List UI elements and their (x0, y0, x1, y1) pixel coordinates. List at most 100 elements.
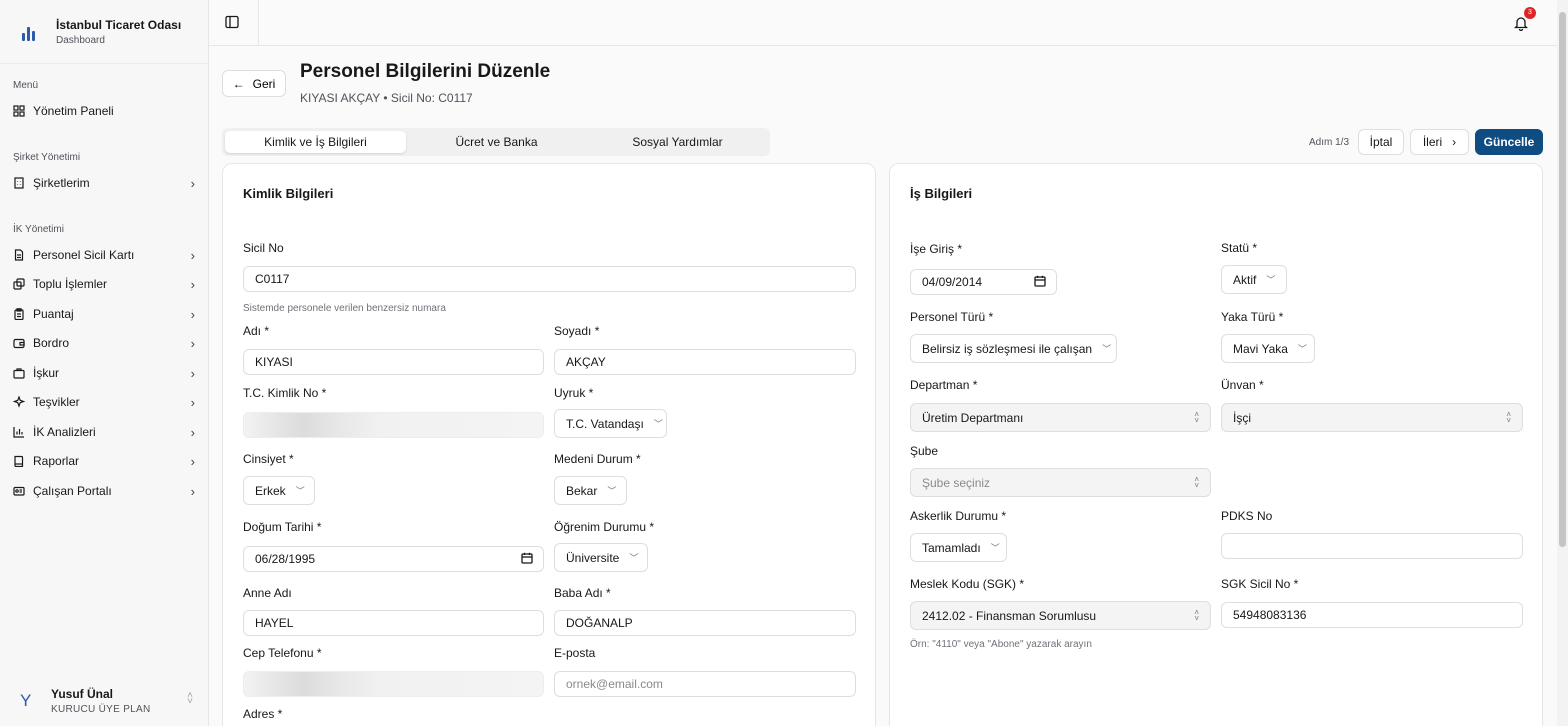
section-sirket: Şirket Yönetimi (13, 152, 81, 163)
back-button[interactable]: ← Geri (222, 70, 286, 97)
medeni-select[interactable]: Bekar ﹀ (554, 476, 627, 505)
sidebar-item-label: Personel Sicil Kartı (33, 248, 135, 262)
yaka-value: Mavi Yaka (1233, 341, 1288, 356)
calendar-icon[interactable] (521, 552, 533, 567)
chevron-right-icon: › (190, 365, 195, 381)
dogum-date-input[interactable]: 06/28/1995 (243, 546, 544, 572)
uyruk-select[interactable]: T.C. Vatandaşı ﹀ (554, 409, 667, 438)
giris-date-input[interactable]: 04/09/2014 (910, 269, 1057, 295)
sidebar-item-raporlar[interactable]: Raporlar › (13, 450, 195, 472)
askerlik-value: Tamamladı (922, 540, 981, 555)
sidebar-toggle-icon[interactable] (225, 15, 241, 31)
sidebar-item-bordro[interactable]: Bordro › (13, 332, 195, 354)
chevron-down-icon: ﹀ (990, 543, 1000, 553)
pdks-input[interactable] (1221, 533, 1523, 559)
departman-combobox[interactable]: Üretim Departmanı ˄ ˅ (910, 403, 1211, 432)
anne-input[interactable]: HAYEL (243, 610, 544, 636)
cinsiyet-value: Erkek (255, 483, 286, 498)
page-title: Personel Bilgilerini Düzenle (300, 61, 551, 82)
cinsiyet-select[interactable]: Erkek ﹀ (243, 476, 315, 505)
building-icon (13, 177, 25, 189)
chevron-down-icon: ﹀ (1266, 275, 1276, 285)
sidebar-item-label: İK Analizleri (33, 425, 96, 439)
meslek-hint: Örn: "4110" veya "Abone" yazarak arayın (910, 639, 1092, 650)
next-button[interactable]: İleri › (1410, 129, 1469, 155)
sidebar-item-tesvikler[interactable]: Teşvikler › (13, 391, 195, 413)
arrow-left-icon: ← (232, 76, 245, 91)
yaka-select[interactable]: Mavi Yaka ﹀ (1221, 334, 1315, 363)
copy-icon (13, 278, 25, 290)
chevron-down-icon: ﹀ (607, 486, 617, 496)
avatar: Y (20, 691, 32, 710)
sidebar-item-iskur[interactable]: İşkur › (13, 362, 195, 384)
identity-card-title: Kimlik Bilgileri (243, 186, 334, 201)
step-indicator: Adım 1/3 (1309, 137, 1350, 148)
brand[interactable]: İstanbul Ticaret Odası Dashboard (0, 0, 208, 64)
calendar-icon[interactable] (1034, 275, 1046, 290)
brand-subtitle: Dashboard (56, 34, 105, 46)
dogum-value: 06/28/1995 (255, 552, 316, 566)
sidebar-item-yonetim-paneli[interactable]: Yönetim Paneli (13, 100, 195, 122)
clipboard-icon (13, 308, 25, 320)
chevron-down-icon: ﹀ (1297, 344, 1307, 354)
telefon-input[interactable] (243, 671, 544, 697)
sidebar-item-calisan-portali[interactable]: Çalışan Portalı › (13, 480, 195, 502)
askerlik-select[interactable]: Tamamladı ﹀ (910, 533, 1007, 562)
baba-input[interactable]: DOĞANALP (554, 610, 856, 636)
ogrenim-select[interactable]: Üniversite ﹀ (554, 543, 648, 572)
statu-select[interactable]: Aktif ﹀ (1221, 265, 1287, 294)
sidebar-item-label: Teşvikler (33, 395, 80, 409)
sidebar-item-ik-analizleri[interactable]: İK Analizleri › (13, 421, 195, 443)
departman-label: Departman * (910, 378, 978, 392)
sgk-label: SGK Sicil No * (1221, 577, 1299, 591)
sidebar-item-puantaj[interactable]: Puantaj › (13, 303, 195, 325)
chevron-right-icon: › (190, 306, 195, 322)
chevron-right-icon: › (1452, 135, 1457, 149)
medeni-label: Medeni Durum * (554, 452, 641, 466)
sube-combobox[interactable]: Şube seçiniz ˄ ˅ (910, 468, 1211, 497)
sicil-hint: Sistemde personele verilen benzersiz num… (243, 303, 446, 314)
chevron-right-icon: › (190, 453, 195, 469)
personel-turu-select[interactable]: Belirsiz iş sözleşmesi ile çalışan ﹀ (910, 334, 1117, 363)
sidebar-item-sirketlerim[interactable]: Şirketlerim › (13, 172, 195, 194)
scrollbar-thumb[interactable] (1559, 12, 1566, 547)
personel-turu-value: Belirsiz iş sözleşmesi ile çalışan (922, 341, 1093, 356)
soyad-label: Soyadı * (554, 324, 600, 338)
update-button[interactable]: Güncelle (1475, 129, 1543, 155)
sidebar-item-label: İşkur (33, 366, 60, 380)
cancel-button[interactable]: İptal (1358, 129, 1404, 155)
chevrons-up-down-icon: ˄ ˅ (1194, 474, 1199, 490)
ad-input[interactable]: KIYASI (243, 349, 544, 375)
personel-turu-label: Personel Türü * (910, 310, 994, 324)
notification-badge: 3 (1524, 7, 1536, 19)
page-scrollbar[interactable] (1557, 0, 1568, 726)
chevron-down-icon: ﹀ (653, 419, 663, 429)
chevron-right-icon: › (190, 247, 195, 263)
sidebar-item-personel-sicil-karti[interactable]: Personel Sicil Kartı › (13, 244, 195, 266)
departman-value: Üretim Departmanı (922, 410, 1024, 425)
document-icon (13, 249, 25, 261)
eposta-input[interactable]: ornek@email.com (554, 671, 856, 697)
tab-kimlik-ve-is[interactable]: Kimlik ve İş Bilgileri (225, 131, 406, 153)
tc-input[interactable] (243, 412, 544, 438)
sicil-input[interactable]: C0117 (243, 266, 856, 292)
sidebar-item-toplu-islemler[interactable]: Toplu İşlemler › (13, 273, 195, 295)
medeni-value: Bekar (566, 483, 598, 498)
sgk-input[interactable]: 54948083136 (1221, 602, 1523, 628)
chevron-right-icon: › (190, 394, 195, 410)
sicil-label: Sicil No (243, 241, 284, 255)
chevron-right-icon: › (190, 483, 195, 499)
sidebar: İstanbul Ticaret Odası Dashboard Menü Yö… (0, 0, 209, 726)
user-name: Yusuf Ünal (51, 687, 114, 701)
unvan-combobox[interactable]: İşçi ˄ ˅ (1221, 403, 1523, 432)
soyad-input[interactable]: AKÇAY (554, 349, 856, 375)
tab-ucret-ve-banka[interactable]: Ücret ve Banka (406, 131, 587, 153)
pdks-label: PDKS No (1221, 509, 1273, 523)
sidebar-item-label: Toplu İşlemler (33, 277, 108, 291)
meslek-value: 2412.02 - Finansman Sorumlusu (922, 608, 1097, 623)
chevron-down-icon: ﹀ (629, 553, 639, 563)
tab-sosyal-yardimlar[interactable]: Sosyal Yardımlar (587, 131, 768, 153)
user-menu[interactable]: Y Yusuf Ünal KURUCU ÜYE PLAN ˄ ˅ (0, 676, 208, 726)
meslek-combobox[interactable]: 2412.02 - Finansman Sorumlusu ˄ ˅ (910, 601, 1211, 630)
baba-label: Baba Adı * (554, 586, 611, 600)
